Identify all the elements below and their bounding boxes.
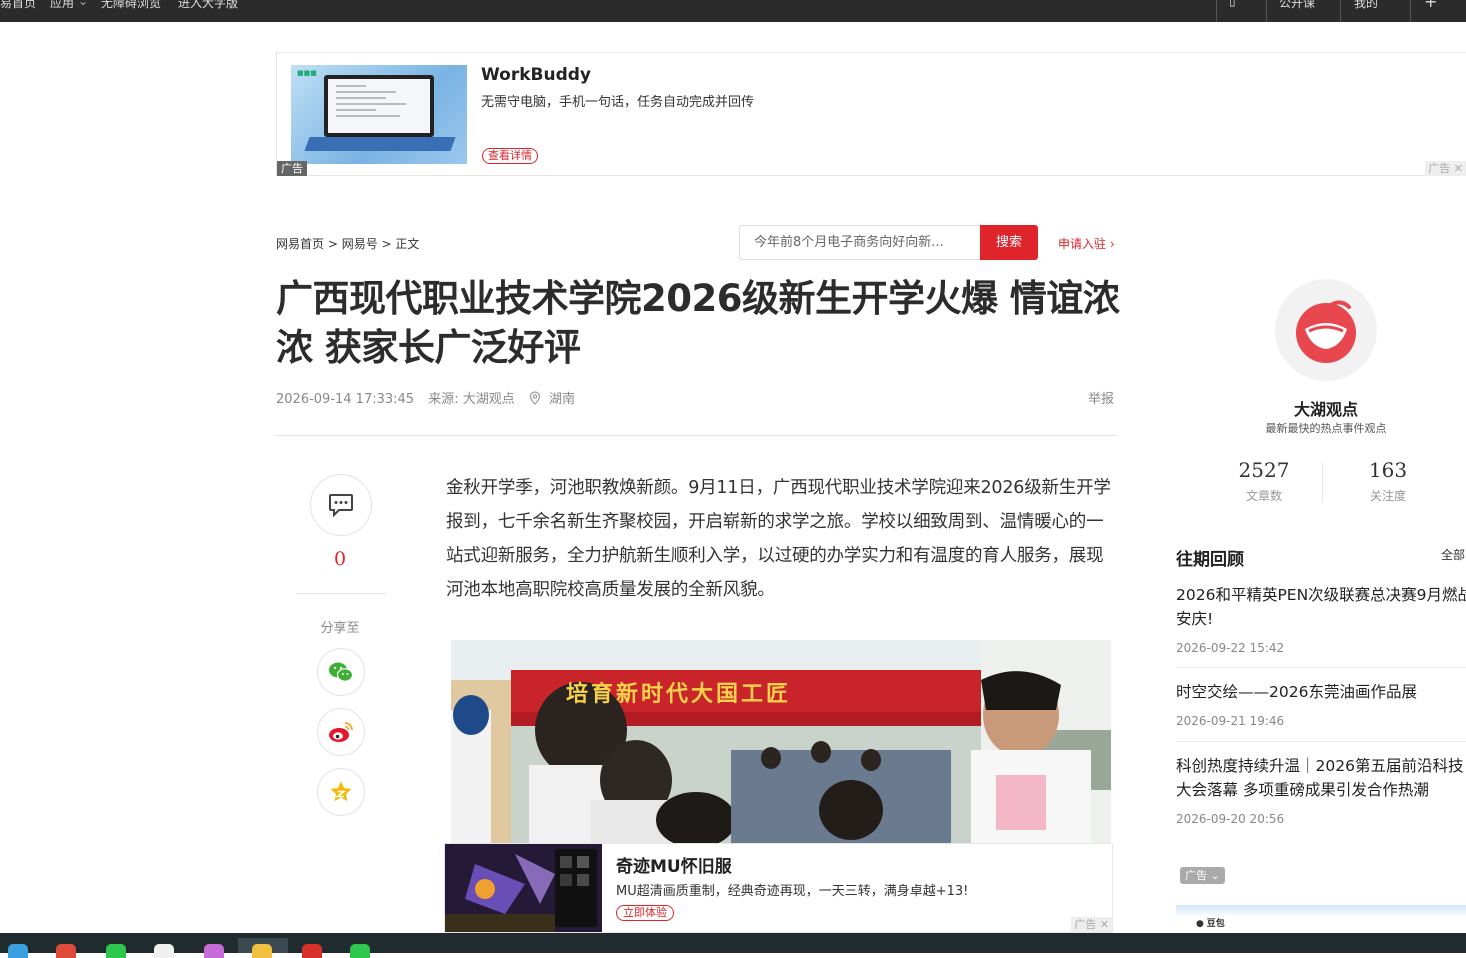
app-icon[interactable] [204, 944, 224, 958]
ad-label: 广告 [277, 161, 307, 176]
qzone-star-icon [330, 781, 352, 802]
article-location: 湖南 [549, 392, 576, 407]
plus-icon[interactable]: + [1424, 0, 1437, 11]
nav-apps-link[interactable]: 应用 [50, 0, 74, 11]
search-input[interactable] [752, 226, 976, 259]
side-ad-label[interactable]: 广告 ⌄ [1180, 867, 1225, 884]
ad-description: MU超清画质重制，经典奇迹再现，一天三转，满身卓越+13! [616, 884, 969, 899]
app-icon[interactable] [302, 944, 322, 958]
review-item-title[interactable]: 科创热度持续升温｜2026第五届前沿科技大会落幕 多项重磅成果引发合作热潮 [1176, 754, 1466, 802]
ad-close-button[interactable]: 广告 ✕ [1071, 917, 1112, 932]
divider [296, 593, 386, 594]
photo-banner-text: 培育新时代大国工匠 [566, 682, 792, 707]
divider [1340, 0, 1341, 22]
title-divider [276, 435, 1117, 436]
folder-icon[interactable] [252, 944, 272, 958]
divider [1322, 462, 1323, 502]
breadcrumb-netease-hao[interactable]: 网易号 [342, 237, 378, 251]
share-label: 分享至 [320, 621, 360, 636]
breadcrumb: 网易首页 > 网易号 > 正文 [276, 235, 419, 252]
share-qzone-button[interactable] [317, 768, 365, 816]
bottom-ad-banner[interactable]: 奇迹MU怀旧服 MU超清画质重制，经典奇迹再现，一天三转，满身卓越+13! 立即… [444, 843, 1113, 933]
follower-count-label: 关注度 [1369, 489, 1406, 503]
author-description: 最新最快的热点事件观点 [1265, 422, 1387, 435]
review-item-date: 2026-09-21 19:46 [1176, 714, 1285, 728]
review-item-date: 2026-09-22 15:42 [1176, 641, 1285, 655]
os-taskbar [0, 933, 1466, 958]
breadcrumb-current: 正文 [395, 237, 420, 251]
apply-join-link[interactable]: 申请入驻 › [1058, 235, 1115, 252]
review-item-title[interactable]: 时空交绘——2026东莞油画作品展 [1176, 680, 1466, 704]
weibo-icon [329, 722, 353, 742]
search-button[interactable]: 搜索 [980, 225, 1038, 260]
wechat-icon [329, 662, 354, 682]
author-avatar[interactable] [1275, 279, 1377, 381]
side-ad-banner[interactable]: ● 豆包 [1176, 905, 1466, 934]
app-icon[interactable] [350, 944, 370, 958]
divider [1266, 0, 1267, 22]
mobile-icon[interactable]: ▯ [1229, 0, 1236, 8]
laptop-keyboard-illustration [304, 137, 456, 151]
laptop-illustration [324, 75, 434, 137]
review-item-title[interactable]: 2026和平精英PEN次级联赛总决赛9月燃战安庆! [1176, 583, 1466, 631]
ad-cta-button[interactable]: 立即体验 [616, 905, 674, 921]
top-nav-bar: 易首页 应用 ⌄ 无障碍浏览 进入大字版 ▯ 公开课 我的 + [0, 0, 1466, 22]
share-wechat-button[interactable] [317, 648, 365, 696]
article-count-label: 文章数 [1245, 489, 1282, 503]
search-field[interactable] [739, 225, 981, 260]
past-review-heading: 往期回顾 [1176, 550, 1244, 570]
breadcrumb-home[interactable]: 网易首页 [276, 237, 324, 251]
ad-description: 无需守电脑，手机一句话，任务自动完成并回传 [481, 95, 755, 110]
divider [1216, 0, 1217, 22]
top-ad-banner[interactable]: ■■■ WorkBuddy 无需守电脑，手机一句话，任务自动完成并回传 查看详情… [276, 52, 1466, 176]
ad-thumbnail: ■■■ [291, 65, 467, 164]
article-meta: 2026-09-14 17:33:45 来源: 大湖观点 湖南 [276, 388, 585, 407]
author-logo-icon [1296, 300, 1356, 363]
ad-title[interactable]: WorkBuddy [481, 65, 591, 85]
divider [1176, 667, 1466, 668]
comment-button[interactable] [310, 474, 372, 536]
ad-cta-button[interactable]: 查看详情 [482, 148, 538, 164]
report-link[interactable]: 举报 [1088, 388, 1114, 407]
follower-count: 163 [1368, 458, 1408, 482]
divider [1176, 741, 1466, 742]
chevron-down-icon: ⌄ [78, 0, 89, 8]
breadcrumb-separator: > [377, 237, 396, 251]
review-item-date: 2026-09-20 20:56 [1176, 812, 1285, 826]
ad-title[interactable]: 奇迹MU怀旧服 [616, 852, 732, 877]
location-pin-icon [529, 391, 545, 407]
article-source[interactable]: 来源: 大湖观点 [428, 392, 515, 407]
article-count: 2527 [1238, 458, 1290, 482]
divider [1410, 0, 1411, 22]
publish-date: 2026-09-14 17:33:45 [276, 392, 415, 407]
nav-large-font-link[interactable]: 进入大字版 [178, 0, 238, 11]
author-name[interactable]: 大湖观点 [1226, 396, 1426, 420]
article-body-paragraph: 金秋开学季，河池职教焕新颜。9月11日，广西现代职业技术学院迎来2026级新生开… [446, 478, 1111, 600]
nav-open-course-link[interactable]: 公开课 [1279, 0, 1315, 11]
article-photo: 培育新时代大国工匠 [451, 640, 1111, 845]
browser-icon[interactable] [8, 944, 28, 958]
ad-thumbnail [445, 844, 602, 932]
nav-accessibility-link[interactable]: 无障碍浏览 [101, 0, 161, 11]
comment-count[interactable]: 0 [320, 548, 360, 570]
wechat-app-icon[interactable] [106, 944, 126, 958]
comment-bubble-icon [329, 494, 353, 517]
nav-home-link[interactable]: 易首页 [0, 0, 36, 11]
chrome-icon[interactable] [56, 944, 76, 958]
nav-mine-link[interactable]: 我的 [1354, 0, 1378, 11]
article-title: 广西现代职业技术学院2026级新生开学火爆 情谊浓浓 获家长广泛好评 [276, 277, 1120, 369]
brand-logo-icon: ■■■ [297, 69, 317, 77]
side-ad-brand: ● 豆包 [1196, 919, 1225, 929]
breadcrumb-separator: > [324, 237, 342, 251]
app-icon[interactable] [154, 944, 174, 958]
ad-close-button[interactable]: 广告 ✕ [1425, 161, 1466, 176]
share-weibo-button[interactable] [317, 708, 365, 756]
past-review-all-link[interactable]: 全部 [1441, 546, 1465, 563]
